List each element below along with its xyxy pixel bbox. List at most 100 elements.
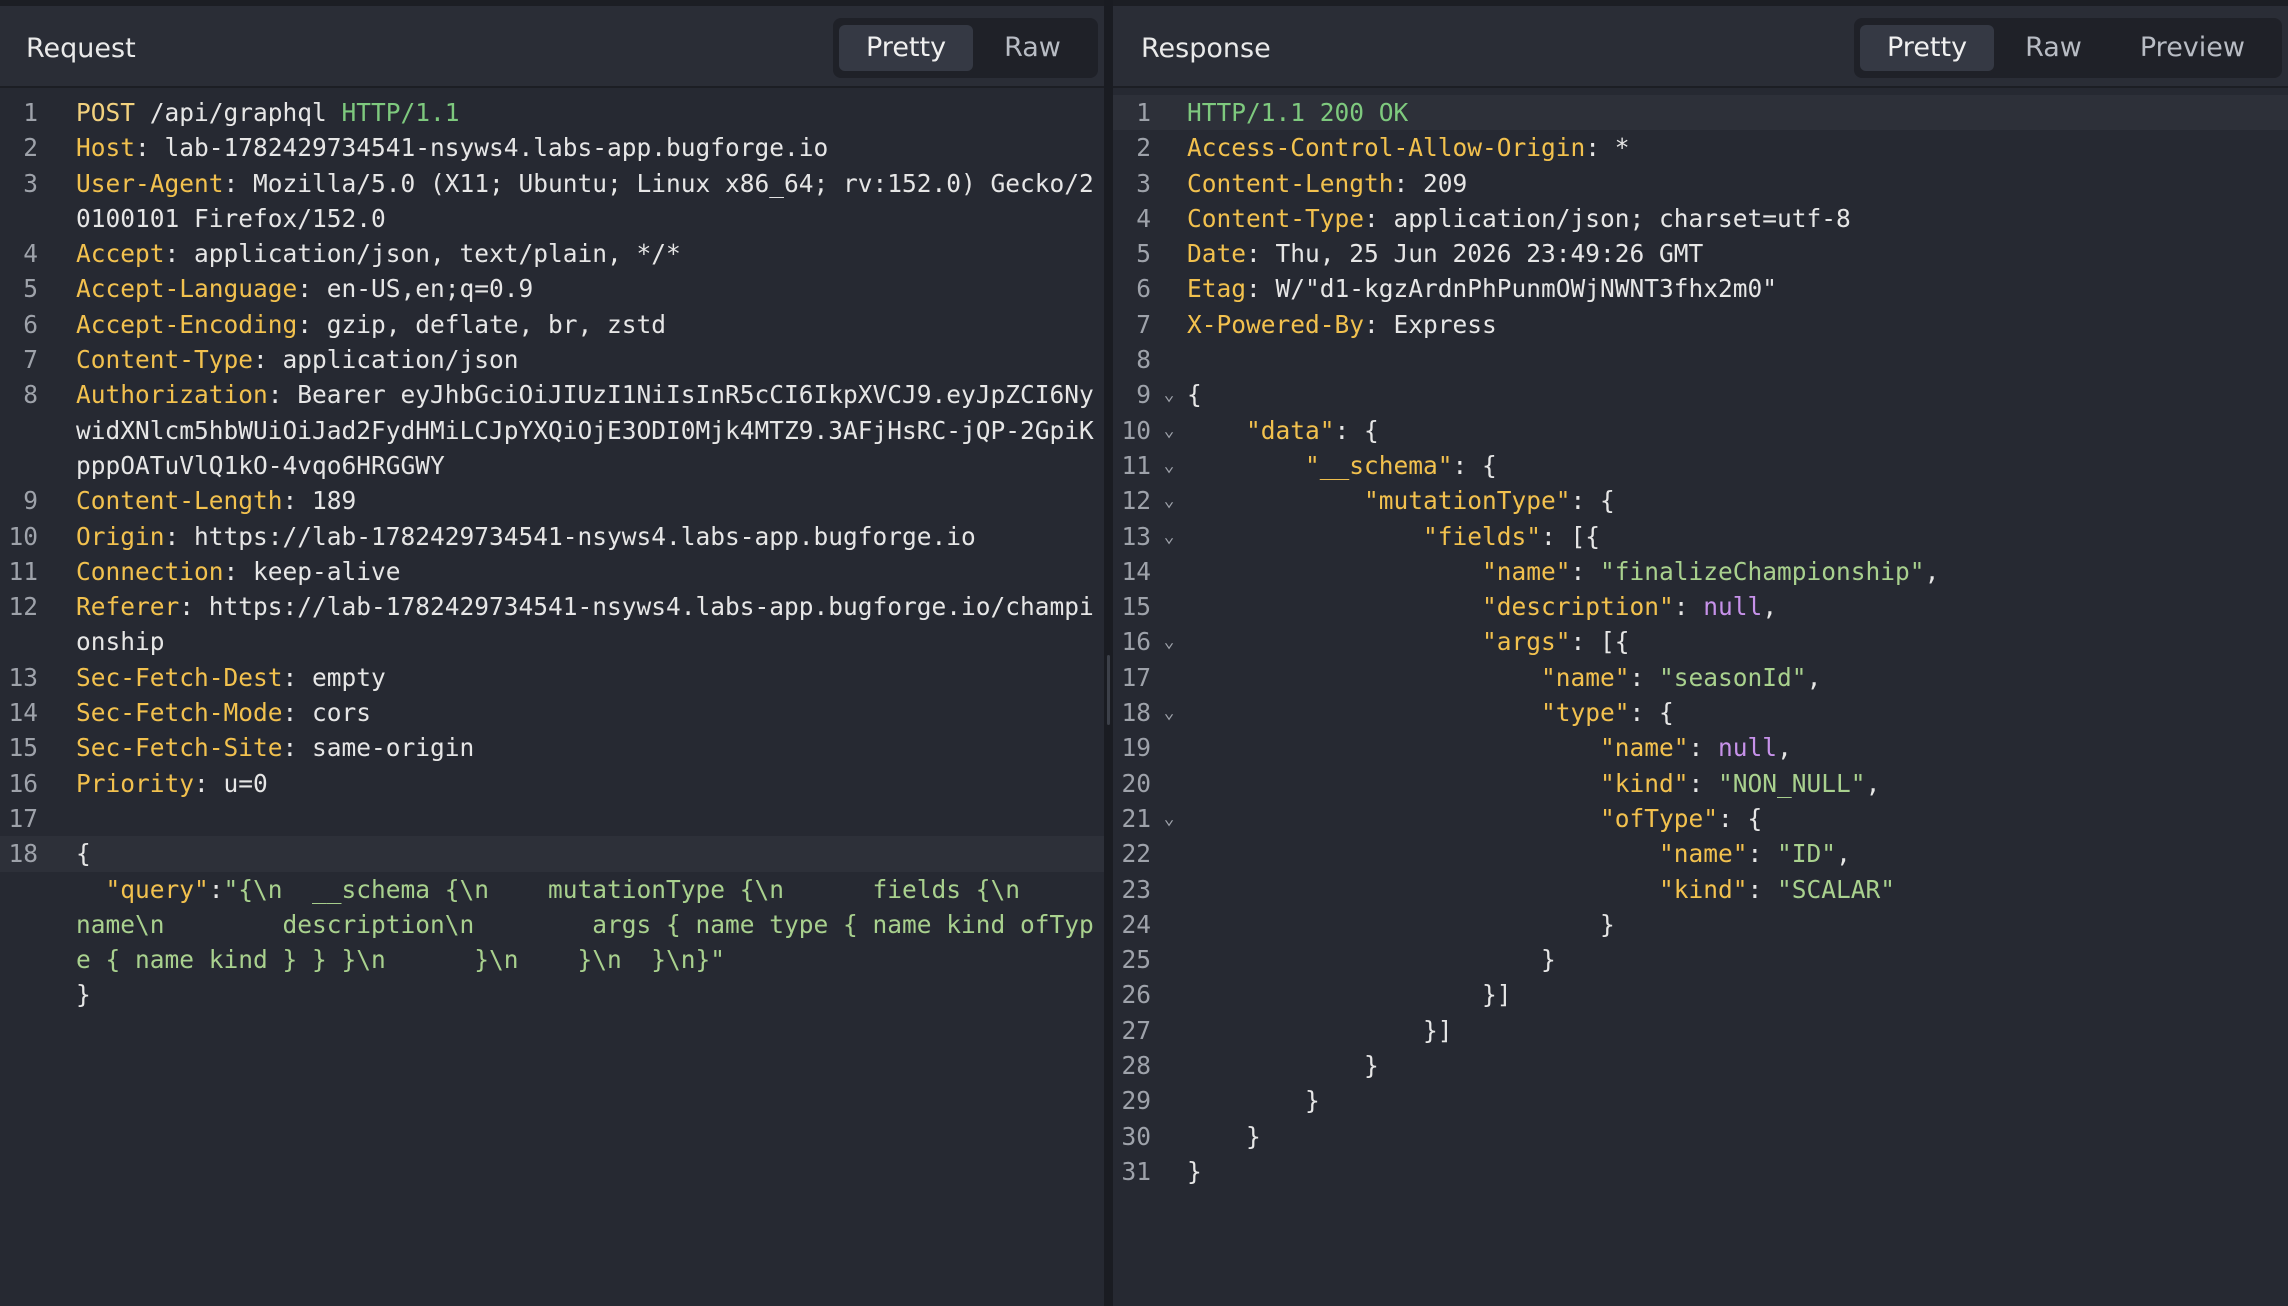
token-plain: } [1187,1121,1261,1151]
token-plain: } [1187,909,1615,939]
line-content: "type": { [1187,695,2288,730]
token-plain: : u=0 [194,768,268,798]
line-number [0,872,38,978]
token-plain: } [1187,1086,1320,1116]
response-title: Response [1141,33,1271,64]
line-content: Origin: https://lab-1782429734541-nsyws4… [76,519,1104,554]
response-editor[interactable]: 1 HTTP/1.1 200 OK 2 Access-Control-Allow-Or… [1113,95,2288,1306]
line-content: Sec-Fetch-Mode: cors [76,695,1104,730]
line-content: Accept-Encoding: gzip, deflate, br, zstd [76,307,1104,342]
code-line: 8​ [1113,342,2288,377]
code-line: 2 Host: lab-1782429734541-nsyws4.labs-app… [0,130,1104,165]
chevron-down-icon[interactable]: ⌄ [1151,695,1187,730]
line-content: "kind": "SCALAR" [1187,872,2288,907]
token-plain: : [1673,592,1704,622]
token-plain: : gzip, deflate, br, zstd [297,309,667,339]
line-number: 4 [23,239,38,269]
chevron-down-icon[interactable]: ⌄ [1151,377,1187,412]
token-plain: : [1629,662,1660,692]
token-method: POST [76,98,136,127]
line-content: Authorization: Bearer eyJhbGciOiJIUzI1Ni… [76,377,1104,483]
token-plain: : [1688,733,1719,763]
line-number: 9 [1136,380,1151,410]
line-content: } [1187,1154,2288,1189]
token-plain: }] [1187,1015,1453,1045]
line-content: } [1187,942,2288,977]
line-content: Referer: https://lab-1782429734541-nsyws… [76,589,1104,660]
token-hname: X-Powered-By [1187,309,1365,339]
request-title: Request [26,33,136,64]
token-plain: : en-US,en;q=0.9 [297,274,534,304]
line-number: 2 [23,133,38,163]
chevron-down-icon[interactable]: ⌄ [1151,448,1187,483]
token-jkey: "fields" [1423,521,1542,551]
code-line: 19 "name": null, [1113,730,2288,765]
line-number: 17 [1121,662,1151,692]
code-line: "query":"{\n __schema {\n mutationType {… [0,872,1104,978]
chevron-down-icon[interactable]: ⌄ [1151,413,1187,448]
response-tab-raw[interactable]: Raw [1998,25,2109,71]
token-proto: HTTP/1.1 200 OK [1187,98,1409,127]
request-editor[interactable]: 1 POST /api/graphql HTTP/1.1 2 Host: lab-17… [0,95,1104,1306]
line-number: 28 [1121,1051,1151,1081]
token-plain: } [1187,1156,1202,1186]
token-hname: Connection [76,556,224,586]
code-line: 4 Accept: application/json, text/plain, *… [0,236,1104,271]
chevron-down-icon[interactable]: ⌄ [1151,624,1187,659]
token-plain: : Thu, 25 Jun 2026 23:49:26 GMT [1246,239,1704,269]
chevron-down-icon[interactable]: ⌄ [1151,801,1187,836]
token-jkey: "ofType" [1600,803,1719,833]
response-tab-pretty[interactable]: Pretty [1860,25,1995,71]
token-hname: Content-Type [76,345,254,375]
token-plain: : keep-alive [223,556,401,586]
line-content: Priority: u=0 [76,766,1104,801]
line-number: 24 [1121,909,1151,939]
line-content: } [76,977,1104,1012]
line-content: "query":"{\n __schema {\n mutationType {… [76,872,1104,978]
chevron-down-icon[interactable]: ⌄ [1151,483,1187,518]
splitter-grip[interactable] [1107,655,1110,725]
line-content: "name": null, [1187,730,2288,765]
code-line: 30 } [1113,1119,2288,1154]
chevron-down-icon[interactable]: ⌄ [1151,519,1187,554]
line-number: 27 [1121,1015,1151,1045]
line-number: 1 [1136,98,1151,127]
line-content: { [76,836,1104,871]
line-number: 30 [1121,1121,1151,1151]
request-tab-pretty[interactable]: Pretty [839,25,974,71]
request-tab-raw[interactable]: Raw [977,25,1088,71]
pane-splitter[interactable] [1104,0,1113,1306]
line-content: Date: Thu, 25 Jun 2026 23:49:26 GMT [1187,236,2288,271]
token-plain: : application/json [253,345,519,375]
line-content: Accept-Language: en-US,en;q=0.9 [76,271,1104,306]
line-content: "fields": [{ [1187,519,2288,554]
line-number: 7 [23,345,38,375]
line-content: Accept: application/json, text/plain, */… [76,236,1104,271]
line-number: 25 [1121,945,1151,975]
code-line: 11 ⌄ "__schema": { [1113,448,2288,483]
line-number: 10 [8,521,38,551]
token-hname: Referer [76,592,180,622]
code-line: 6 Accept-Encoding: gzip, deflate, br, zst… [0,307,1104,342]
token-plain: : application/json, text/plain, */* [164,239,681,269]
token-hname: Sec-Fetch-Mode [76,698,283,728]
line-content: User-Agent: Mozilla/5.0 (X11; Ubuntu; Li… [76,166,1104,237]
line-number [0,977,38,1012]
token-jnull: null [1703,592,1763,622]
response-tab-preview[interactable]: Preview [2113,25,2272,71]
code-line: 14 "name": "finalizeChampionship", [1113,554,2288,589]
line-number: 14 [8,698,38,728]
